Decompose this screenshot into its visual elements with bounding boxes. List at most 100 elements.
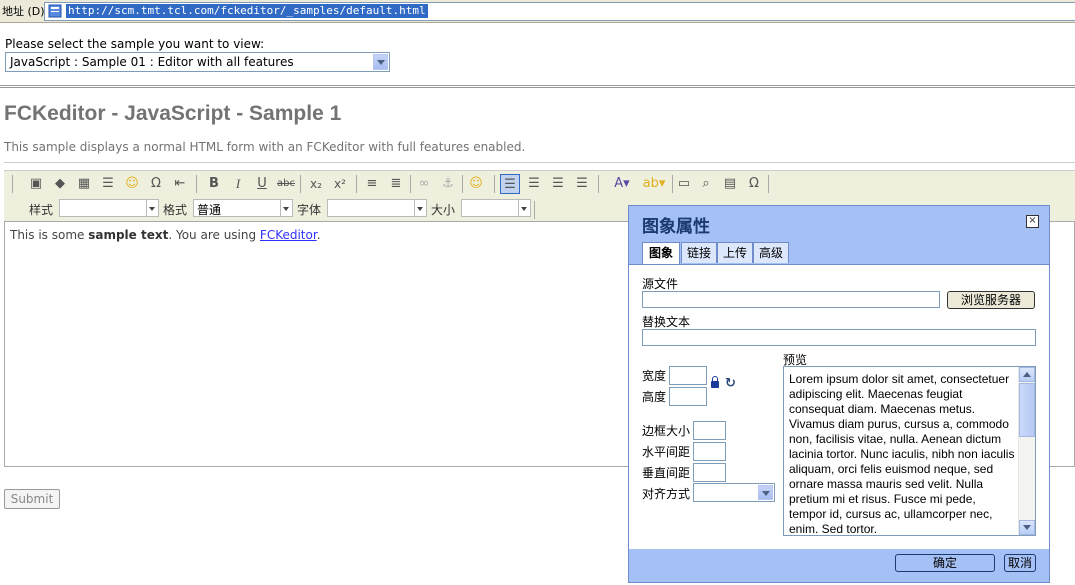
chevron-down-icon[interactable] [518,200,530,216]
ok-button[interactable]: 确定 [895,554,995,572]
sample-selector-label: Please select the sample you want to vie… [5,37,265,51]
align-right-icon[interactable]: ☰ [548,174,568,194]
tab-link[interactable]: 链接 [681,242,717,263]
align-label: 对齐方式 [642,487,691,501]
scroll-thumb[interactable] [1019,383,1035,437]
align-select[interactable] [693,483,775,502]
toolbar-separator [196,175,197,193]
strikethrough-icon[interactable]: abc [276,174,296,194]
toolbar-separator [462,175,463,193]
sample-select-value: JavaScript : Sample 01 : Editor with all… [10,55,294,69]
page-break-icon[interactable]: ⇤ [170,174,190,194]
chevron-down-icon[interactable] [414,200,426,216]
tab-advanced[interactable]: 高级 [753,242,789,263]
editor-content[interactable]: This is some sample text. You are using … [10,228,321,242]
preview-icon[interactable]: ⌕ [696,174,716,194]
alt-text-label: 替换文本 [642,315,691,329]
background-color-icon[interactable]: ab▾ [640,174,668,194]
vspace-label: 垂直间距 [642,466,691,480]
preview-scrollbar[interactable] [1018,367,1035,535]
template-icon[interactable]: ▤ [720,174,740,194]
chevron-down-icon[interactable] [373,54,388,70]
chevron-down-icon[interactable] [758,485,773,500]
toolbar-separator [356,175,357,193]
show-blocks-icon[interactable]: ▭ [674,174,694,194]
address-label: 地址 (D) [2,5,45,18]
dialog-footer: 确定 取消 [629,549,1049,582]
chevron-down-icon[interactable] [280,200,292,216]
tab-upload[interactable]: 上传 [717,242,753,263]
toolbar-separator [598,175,599,193]
superscript-icon[interactable]: x² [330,174,350,194]
preview-text: Lorem ipsum dolor sit amet, consectetuer… [789,372,1015,536]
anchor-icon[interactable]: ⚓ [438,174,458,194]
tab-image[interactable]: 图象 [642,242,680,264]
toolbar-separator [300,175,301,193]
special-char-icon[interactable]: Ω [146,174,166,194]
link-icon[interactable]: ∞ [414,174,434,194]
alt-text-input[interactable] [642,329,1036,346]
format-combo[interactable]: 普通 [193,199,293,217]
vspace-input[interactable] [693,463,726,482]
image-properties-dialog: 图象属性 × 图象 链接 上传 高级 源文件 浏览服务器 替换文本 宽度 高度 … [628,205,1050,583]
justify-icon[interactable]: ☰ [572,174,592,194]
ordered-list-icon[interactable]: ≡ [362,174,382,194]
style-combo[interactable] [59,199,159,217]
preview-box: Lorem ipsum dolor sit amet, consectetuer… [783,366,1036,536]
horizontal-rule-icon[interactable]: ☰ [98,174,118,194]
sample-select[interactable]: JavaScript : Sample 01 : Editor with all… [5,52,390,72]
border-input[interactable] [693,421,726,440]
cancel-button[interactable]: 取消 [1004,554,1036,572]
address-url[interactable]: http://scm.tmt.tcl.com/fckeditor/_sample… [66,4,428,18]
source-input[interactable] [642,291,940,308]
toolbar-separator [768,175,769,193]
font-label: 字体 [297,203,322,217]
dialog-tabs: 图象 链接 上传 高级 [629,239,1049,265]
dialog-title: 图象属性 [642,217,710,237]
underline-icon[interactable]: U [252,174,272,194]
height-input[interactable] [669,387,707,406]
scroll-up-icon[interactable] [1019,367,1035,382]
scroll-down-icon[interactable] [1019,520,1035,535]
address-field[interactable]: http://scm.tmt.tcl.com/fckeditor/_sample… [44,2,1075,21]
page-description: This sample displays a normal HTML form … [4,140,526,154]
browse-server-button[interactable]: 浏览服务器 [947,291,1035,309]
omega-icon[interactable]: Ω [744,174,764,194]
size-label: 大小 [431,203,456,217]
text-color-icon[interactable]: A▾ [608,174,636,194]
lock-icon[interactable] [711,376,719,388]
sample-selector-area: Please select the sample you want to vie… [0,23,1075,88]
italic-icon[interactable]: I [228,174,248,194]
submit-button[interactable]: Submit [4,489,60,509]
source-label: 源文件 [642,277,679,291]
dialog-title-bar[interactable]: 图象属性 × [629,206,1049,239]
hspace-label: 水平间距 [642,445,691,459]
unordered-list-icon[interactable]: ≣ [386,174,406,194]
image-icon[interactable]: ▣ [26,174,46,194]
flash-icon[interactable]: ◆ [50,174,70,194]
chevron-down-icon[interactable] [146,200,158,216]
toolbar-separator [494,175,495,193]
align-left-icon[interactable]: ☰ [500,174,520,194]
width-input[interactable] [669,366,707,385]
font-combo[interactable] [327,199,427,217]
table-icon[interactable]: ▦ [74,174,94,194]
width-label: 宽度 [642,369,667,383]
reset-size-icon[interactable]: ↻ [725,377,737,390]
address-bar: 地址 (D) http://scm.tmt.tcl.com/fckeditor/… [0,0,1075,23]
border-label: 边框大小 [642,424,691,438]
toolbar-grip [12,175,13,193]
toolbar-separator [410,175,411,193]
smiley-icon[interactable]: ☺ [466,174,486,194]
format-label: 格式 [163,203,188,217]
subscript-icon[interactable]: x₂ [306,174,326,194]
page-icon [48,4,62,18]
size-combo[interactable] [461,199,531,217]
align-center-icon[interactable]: ☰ [524,174,544,194]
page-title: FCKeditor - JavaScript - Sample 1 [4,102,342,125]
fckeditor-link[interactable]: FCKeditor [260,228,317,242]
close-icon[interactable]: × [1026,215,1039,228]
bold-icon[interactable]: B [204,174,224,194]
smiley-icon[interactable]: ☺ [122,174,142,194]
hspace-input[interactable] [693,442,726,461]
